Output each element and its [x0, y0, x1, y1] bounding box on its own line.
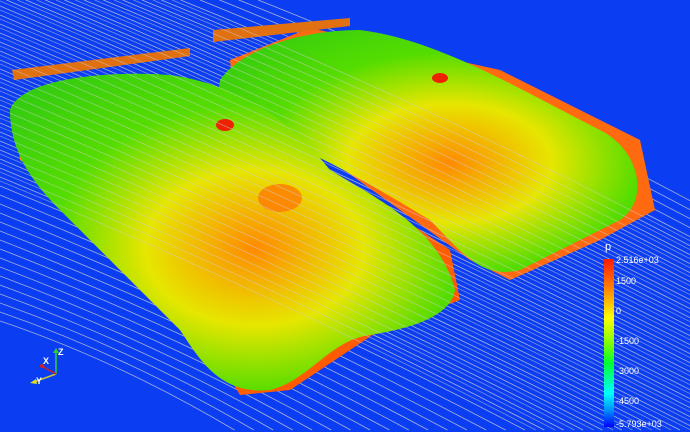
axis-label-x: X — [43, 356, 50, 366]
render-viewport[interactable] — [0, 0, 690, 432]
legend-tick: 0 — [616, 306, 622, 316]
legend-title: p — [605, 241, 612, 253]
color-legend: p 2.516e+03 1500 0 -1500 -3000 -4500 -5.… — [600, 240, 690, 430]
legend-color-bar — [604, 259, 614, 427]
legend-max-label: 2.516e+03 — [616, 255, 659, 265]
axis-label-z: Z — [58, 347, 64, 357]
axes-icon — [30, 348, 59, 384]
legend-min-label: -5.793e+03 — [616, 419, 662, 429]
legend-tick: -3000 — [616, 366, 640, 376]
legend-tick: -4500 — [616, 396, 640, 406]
legend-tick: 1500 — [616, 276, 637, 286]
orientation-axes: Z X Y — [22, 345, 82, 390]
axis-label-y: Y — [36, 376, 43, 386]
legend-tick: -1500 — [616, 336, 640, 346]
